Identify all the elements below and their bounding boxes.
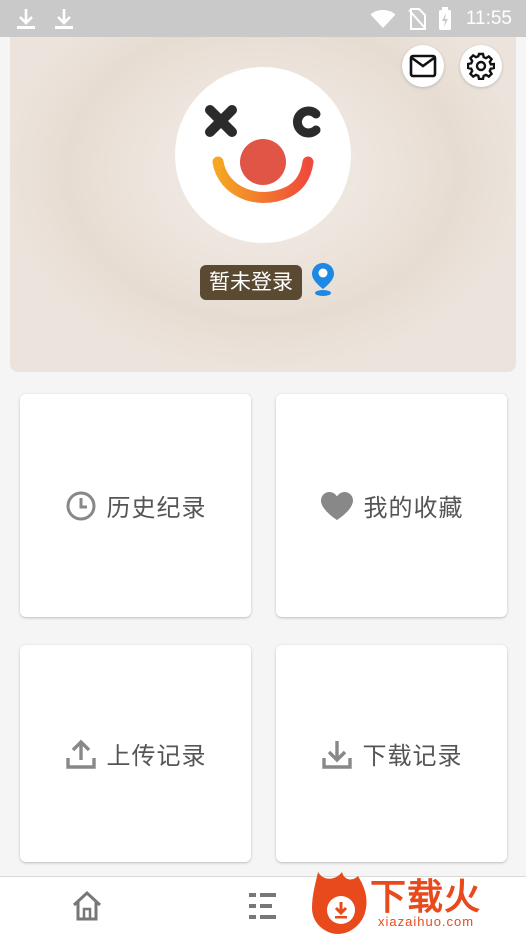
login-status-badge[interactable]: 暂未登录 — [200, 264, 302, 300]
download-icon — [54, 8, 74, 30]
download-icon — [321, 738, 353, 770]
location-icon — [310, 262, 336, 302]
no-sim-icon — [408, 7, 426, 30]
clock-icon — [65, 490, 97, 522]
upload-icon — [65, 738, 97, 770]
history-label: 历史纪录 — [106, 494, 207, 522]
settings-icon — [467, 52, 495, 80]
favorites-label: 我的收藏 — [363, 494, 464, 522]
download-records-tile[interactable]: 下载记录 — [276, 645, 507, 862]
download-records-label: 下载记录 — [362, 742, 463, 770]
mail-icon — [409, 54, 437, 78]
home-icon[interactable] — [70, 889, 104, 927]
wifi-icon — [370, 9, 396, 29]
clown-avatar-icon — [205, 105, 321, 203]
history-tile[interactable]: 历史纪录 — [20, 394, 251, 617]
avatar[interactable] — [175, 67, 351, 243]
mail-button[interactable] — [402, 45, 444, 87]
upload-records-label: 上传记录 — [106, 742, 207, 770]
profile-header: 暂未登录 — [10, 37, 516, 372]
status-bar: 11:55 — [0, 0, 526, 37]
flame-logo-icon — [312, 872, 367, 934]
settings-button[interactable] — [460, 45, 502, 87]
watermark-title: 下载火 — [370, 877, 482, 918]
status-time: 11:55 — [465, 7, 512, 29]
list-icon[interactable] — [246, 889, 280, 927]
heart-icon — [320, 491, 354, 521]
battery-charging-icon — [438, 6, 452, 31]
watermark: 下载火 xiazaihuo.com — [308, 862, 526, 936]
watermark-url: xiazaihuo.com — [378, 914, 475, 929]
favorites-tile[interactable]: 我的收藏 — [276, 394, 507, 617]
upload-records-tile[interactable]: 上传记录 — [20, 645, 251, 862]
download-icon — [16, 8, 36, 30]
